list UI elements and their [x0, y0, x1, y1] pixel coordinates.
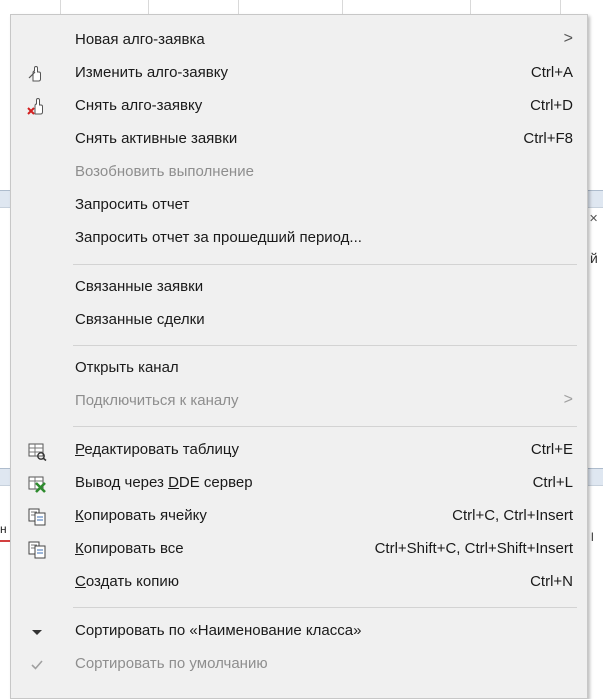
background-window-edge: l: [586, 520, 603, 560]
column-divider: [60, 0, 61, 14]
menu-item-edit-table[interactable]: Редактировать таблицу Ctrl+E: [11, 435, 587, 467]
column-divider: [342, 0, 343, 14]
background-text: й: [590, 250, 598, 266]
menu-item-connect-to-channel[interactable]: Подключиться к каналу >: [11, 386, 587, 418]
menu-item-resume-execution[interactable]: Возобновить выполнение: [11, 157, 587, 189]
menu-item-new-algo-order[interactable]: Новая алго-заявка >: [11, 25, 587, 57]
column-divider: [238, 0, 239, 14]
menu-item-create-copy[interactable]: Создать копию Ctrl+N: [11, 567, 587, 599]
menu-item-cancel-algo-order[interactable]: Снять алго-заявку Ctrl+D: [11, 91, 587, 123]
menu-separator: [73, 426, 577, 427]
background-red-mark: [0, 540, 10, 542]
menu-separator: [73, 345, 577, 346]
dde-export-icon: [27, 474, 47, 494]
background-text: н: [0, 522, 7, 536]
menu-item-copy-all[interactable]: Копировать все Ctrl+Shift+C, Ctrl+Shift+…: [11, 534, 587, 566]
menu-separator: [73, 264, 577, 265]
background-window-edge: ✕ й: [586, 210, 603, 280]
menu-item-open-channel[interactable]: Открыть канал: [11, 353, 587, 385]
hand-cancel-icon: [27, 97, 47, 117]
edit-table-icon: [27, 441, 47, 462]
column-divider: [148, 0, 149, 14]
background-text: l: [591, 530, 594, 544]
menu-item-dde-export[interactable]: Вывод через DDE сервер Ctrl+L: [11, 468, 587, 500]
chevron-right-icon: >: [563, 30, 573, 47]
menu-item-edit-algo-order[interactable]: Изменить алго-заявку Ctrl+A: [11, 58, 587, 90]
menu-item-sort-by-class-name[interactable]: Сортировать по «Наименование класса»: [11, 616, 587, 648]
menu-item-cancel-active-orders[interactable]: Снять активные заявки Ctrl+F8: [11, 124, 587, 156]
sort-desc-icon: [27, 622, 47, 642]
menu-item-request-report[interactable]: Запросить отчет: [11, 190, 587, 222]
copy-icon: [27, 540, 47, 560]
background-table-header: [0, 0, 603, 14]
menu-item-linked-orders[interactable]: Связанные заявки: [11, 272, 587, 304]
menu-separator: [73, 607, 577, 608]
copy-icon: [27, 507, 47, 527]
menu-item-copy-cell[interactable]: Копировать ячейку Ctrl+C, Ctrl+Insert: [11, 501, 587, 533]
column-divider: [470, 0, 471, 14]
close-icon[interactable]: ✕: [589, 212, 598, 225]
menu-item-request-report-past-period[interactable]: Запросить отчет за прошедший период...: [11, 223, 587, 255]
chevron-right-icon: >: [563, 391, 573, 408]
menu-item-linked-trades[interactable]: Связанные сделки: [11, 305, 587, 337]
column-divider: [560, 0, 561, 14]
hand-edit-icon: [27, 64, 47, 84]
menu-item-sort-default[interactable]: Сортировать по умолчанию: [11, 649, 587, 681]
checkmark-icon: [27, 655, 47, 675]
context-menu: Новая алго-заявка > Изменить алго-заявку…: [10, 14, 588, 699]
